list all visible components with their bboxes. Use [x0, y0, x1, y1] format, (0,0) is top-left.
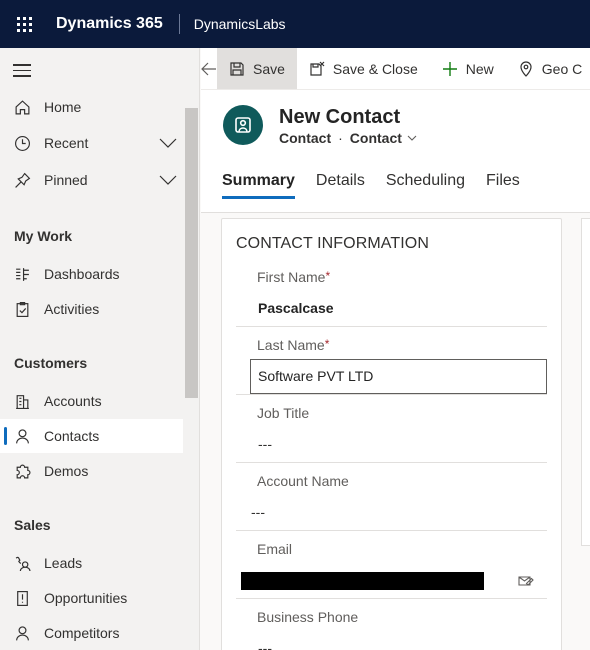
- back-arrow-icon[interactable]: [201, 48, 217, 89]
- geo-label: Geo C: [541, 60, 583, 77]
- job-title-label: Job Title: [257, 405, 310, 421]
- sidebar-item-home[interactable]: Home: [0, 90, 183, 124]
- flag-icon: [0, 590, 44, 607]
- geo-button[interactable]: Geo C: [506, 48, 590, 89]
- sidebar-item-label: Opportunities: [44, 590, 128, 606]
- record-header: New Contact Contact · Contact Summary De…: [201, 90, 590, 213]
- sidebar-item-label: Demos: [44, 463, 89, 479]
- sidebar: Home Recent Pinned My Work Dashboards Ac…: [0, 48, 200, 650]
- sidebar-item-pinned[interactable]: Pinned: [0, 163, 183, 197]
- tab-details[interactable]: Details: [316, 172, 365, 199]
- environment-name[interactable]: DynamicsLabs: [180, 16, 286, 32]
- phone-person-icon: [0, 555, 44, 572]
- sidebar-item-demos[interactable]: Demos: [0, 454, 183, 488]
- plus-icon: [442, 61, 457, 76]
- sidebar-item-contacts[interactable]: Contacts: [0, 419, 183, 453]
- business-phone-label: Business Phone: [257, 609, 359, 625]
- chevron-down-icon[interactable]: [153, 138, 183, 148]
- required-marker: *: [325, 269, 331, 283]
- pin-icon: [0, 172, 44, 189]
- group-title-sales: Sales: [14, 517, 51, 533]
- clipboard-icon: [0, 301, 44, 318]
- form-content: CONTACT INFORMATION First Name* Pascalca…: [201, 214, 590, 650]
- sidebar-item-label: Contacts: [44, 428, 100, 444]
- chevron-down-icon[interactable]: [407, 135, 417, 141]
- sidebar-item-label: Accounts: [44, 393, 102, 409]
- sidebar-item-label: Home: [44, 99, 82, 115]
- adjacent-section: [581, 218, 590, 546]
- save-icon: [230, 61, 244, 76]
- divider: [236, 462, 547, 463]
- sidebar-item-label: Dashboards: [44, 266, 120, 282]
- separator-dot: ·: [338, 130, 343, 146]
- new-label: New: [465, 60, 494, 77]
- app-launcher-icon[interactable]: [0, 0, 48, 48]
- sidebar-item-activities[interactable]: Activities: [0, 292, 183, 326]
- sidebar-item-accounts[interactable]: Accounts: [0, 384, 183, 418]
- contact-information-section: CONTACT INFORMATION First Name* Pascalca…: [221, 218, 562, 650]
- sidebar-item-label: Activities: [44, 301, 100, 317]
- form-tabs: Summary Details Scheduling Files: [222, 172, 541, 199]
- required-marker: *: [324, 337, 330, 351]
- hamburger-menu-icon[interactable]: [13, 64, 31, 81]
- first-name-label: First Name*: [257, 269, 331, 285]
- sidebar-item-recent[interactable]: Recent: [0, 126, 183, 160]
- sidebar-item-label: Recent: [44, 135, 89, 151]
- chevron-down-icon[interactable]: [153, 175, 183, 185]
- save-button[interactable]: Save: [217, 48, 297, 89]
- save-close-icon: [310, 61, 325, 76]
- section-title: CONTACT INFORMATION: [236, 235, 430, 252]
- email-field-redacted[interactable]: [241, 572, 484, 590]
- divider: [236, 598, 547, 599]
- contact-avatar-icon: [223, 105, 263, 145]
- entity-name: Contact: [279, 130, 332, 146]
- sidebar-item-competitors[interactable]: Competitors: [0, 616, 183, 650]
- app-name[interactable]: Dynamics 365: [48, 15, 179, 33]
- top-bar: Dynamics 365 DynamicsLabs: [0, 0, 590, 48]
- last-name-input[interactable]: Software PVT LTD: [250, 359, 547, 394]
- send-email-icon[interactable]: [518, 574, 534, 588]
- location-pin-icon: [520, 60, 532, 77]
- sidebar-item-label: Leads: [44, 555, 83, 571]
- form-selector[interactable]: Contact: [350, 130, 402, 146]
- account-name-label: Account Name: [257, 473, 349, 489]
- last-name-label: Last Name*: [257, 337, 330, 353]
- tab-scheduling[interactable]: Scheduling: [386, 172, 465, 199]
- sidebar-scrollbar[interactable]: [185, 108, 198, 398]
- tab-summary[interactable]: Summary: [222, 172, 295, 199]
- home-icon: [0, 99, 44, 116]
- puzzle-icon: [0, 463, 44, 480]
- business-phone-field[interactable]: ---: [258, 640, 272, 650]
- new-button[interactable]: New: [430, 48, 506, 89]
- divider: [236, 394, 547, 395]
- email-label: Email: [257, 541, 293, 557]
- building-icon: [0, 393, 44, 410]
- save-close-button[interactable]: Save & Close: [297, 48, 430, 89]
- sidebar-item-dashboards[interactable]: Dashboards: [0, 257, 183, 291]
- account-name-field[interactable]: ---: [251, 504, 265, 520]
- sidebar-item-opportunities[interactable]: Opportunities: [0, 581, 183, 615]
- clock-icon: [0, 135, 44, 152]
- tab-files[interactable]: Files: [486, 172, 520, 199]
- person-icon: [0, 428, 44, 445]
- job-title-field[interactable]: ---: [258, 436, 272, 452]
- sidebar-item-leads[interactable]: Leads: [0, 546, 183, 580]
- record-title: New Contact: [279, 106, 401, 128]
- person-icon: [0, 625, 44, 642]
- command-bar: Save Save & Close New Geo C: [201, 48, 590, 90]
- record-subtitle: Contact · Contact: [279, 130, 417, 146]
- group-title-my-work: My Work: [14, 228, 73, 244]
- save-close-label: Save & Close: [332, 60, 418, 77]
- divider: [236, 326, 547, 327]
- dashboard-icon: [0, 266, 44, 283]
- sidebar-item-label: Pinned: [44, 172, 88, 188]
- divider: [236, 530, 547, 531]
- sidebar-item-label: Competitors: [44, 625, 120, 641]
- first-name-field[interactable]: Pascalcase: [258, 300, 334, 316]
- group-title-customers: Customers: [14, 355, 88, 371]
- save-label: Save: [253, 60, 285, 77]
